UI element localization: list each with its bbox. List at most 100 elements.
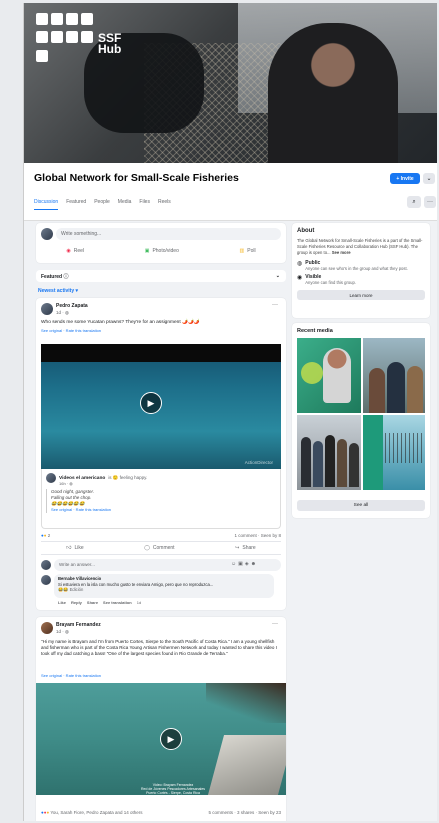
avatar[interactable] bbox=[46, 473, 56, 483]
comment-time: 1d bbox=[136, 600, 142, 605]
app-frame: SSF Hub Global Network for Small-Scale F… bbox=[23, 3, 437, 821]
recent-media-heading: Recent media bbox=[297, 328, 333, 334]
media-thumbnail[interactable] bbox=[297, 415, 361, 490]
translation-link[interactable]: See original · Rate this translation bbox=[41, 328, 101, 333]
visible-desc: Anyone can find this group. bbox=[305, 280, 356, 285]
logo-text: SSF Hub bbox=[98, 31, 122, 56]
comment-tools: ☺▣◈☻ bbox=[231, 561, 258, 567]
avatar[interactable] bbox=[41, 575, 51, 585]
video-player[interactable]: ▶ Video: Brayam Fernandez Red de Jóvenes… bbox=[36, 683, 286, 795]
about-card: About The Global Network for Small-Scale… bbox=[292, 223, 430, 318]
group-header: Global Network for Small-Scale Fisheries… bbox=[24, 163, 437, 221]
reel-icon: ◉ bbox=[66, 248, 71, 254]
shared-feeling: is 🙂 feeling happy. bbox=[108, 475, 148, 480]
play-icon[interactable]: ▶ bbox=[140, 392, 162, 414]
tab-people[interactable]: People bbox=[94, 199, 110, 210]
comment-emoji: 😂😂 bbox=[58, 587, 69, 592]
newest-activity-filter[interactable]: Newest activity ▾ bbox=[38, 288, 78, 294]
reaction-count[interactable]: ●● 2 bbox=[41, 533, 50, 538]
media-thumbnail[interactable] bbox=[297, 338, 361, 413]
shared-post: Videos el americano is 🙂 feeling happy. … bbox=[41, 469, 281, 529]
haha-icon: ● bbox=[46, 810, 50, 815]
chevron-down-icon: ⌄ bbox=[275, 273, 280, 279]
see-all-button[interactable]: See all bbox=[297, 500, 425, 511]
post-author[interactable]: Pedro Zapata bbox=[56, 303, 88, 309]
comment-actions: Like Reply Share See translation 1d bbox=[58, 600, 141, 605]
avatar bbox=[41, 560, 51, 570]
post-author[interactable]: Brayam Fernandez bbox=[56, 622, 101, 628]
comment-reply-link[interactable]: Reply bbox=[71, 600, 82, 605]
about-text: The Global Network for Small-Scale Fishe… bbox=[297, 238, 423, 255]
comment-share-count[interactable]: 5 comments · 3 shares · Seen by 23 bbox=[208, 810, 281, 815]
tab-media[interactable]: Media bbox=[118, 199, 132, 210]
poll-icon: ▥ bbox=[239, 248, 245, 254]
share-icon: ↪ bbox=[235, 545, 240, 551]
invite-button[interactable]: + Invite bbox=[390, 173, 420, 184]
play-icon[interactable]: ▶ bbox=[160, 728, 182, 750]
translation-link[interactable]: See original · Rate this translation bbox=[41, 673, 101, 678]
post-options-icon[interactable]: ··· bbox=[272, 621, 278, 627]
globe-icon: ◍ bbox=[297, 261, 303, 267]
haha-icon: ● bbox=[43, 533, 47, 538]
thumbs-up-icon: 👍︎ bbox=[66, 545, 72, 551]
feed-sort[interactable]: Featured ⓘ ⌄ bbox=[36, 270, 286, 282]
post-text: "Hi my name is Brayam and I'm from Puert… bbox=[41, 639, 277, 656]
composer-input[interactable]: Write something... bbox=[56, 228, 281, 240]
see-more-link[interactable]: See more bbox=[332, 250, 351, 255]
group-title: Global Network for Small-Scale Fisheries bbox=[34, 172, 239, 184]
media-thumbnail[interactable] bbox=[363, 415, 425, 490]
photo-icon: ▣ bbox=[144, 248, 150, 254]
post-text: Who sends me some Yucatan prawns? They'r… bbox=[41, 320, 200, 325]
tab-reels[interactable]: Reels bbox=[158, 199, 171, 210]
group-options-button[interactable]: ··· bbox=[424, 196, 436, 208]
comment-edit: Edición bbox=[69, 587, 84, 592]
eye-icon: ◉ bbox=[297, 275, 303, 281]
tab-featured[interactable]: Featured bbox=[66, 199, 86, 210]
shared-meta: 16h · ◍ bbox=[59, 481, 73, 486]
post-composer: Write something... ◉ Reel ▣ Photo/video ▥ P… bbox=[36, 223, 286, 263]
video-player[interactable]: ▶ ActionDirector bbox=[41, 344, 281, 469]
like-button[interactable]: 👍︎ Like bbox=[66, 545, 83, 551]
comment-share-link[interactable]: Share bbox=[87, 600, 98, 605]
group-tabs: Discussion Featured People Media Files R… bbox=[34, 199, 171, 210]
camera-icon[interactable]: ▣ bbox=[238, 561, 245, 567]
post-card: Pedro Zapata 1d · ◍ ··· Who sends me som… bbox=[36, 298, 286, 610]
cover-photo: SSF Hub bbox=[24, 3, 437, 163]
recent-media-card: Recent media See all bbox=[292, 323, 430, 518]
comment-icon: ◯ bbox=[144, 545, 150, 551]
tab-discussion[interactable]: Discussion bbox=[34, 199, 59, 210]
comment-translate-link[interactable]: See translation bbox=[103, 600, 132, 605]
media-thumbnail[interactable] bbox=[363, 338, 425, 413]
avatar[interactable] bbox=[41, 303, 53, 315]
header-more-button[interactable]: ⌄ bbox=[423, 173, 435, 184]
reaction-summary[interactable]: ●●● You, Sarah Fiore, Pedro Zapata and 1… bbox=[41, 810, 142, 815]
group-search-button[interactable]: ⌕ bbox=[407, 196, 421, 208]
post-options-icon[interactable]: ··· bbox=[272, 302, 278, 308]
share-button[interactable]: ↪ Share bbox=[235, 545, 256, 551]
more-dots-icon: ··· bbox=[427, 199, 433, 205]
avatar bbox=[41, 228, 53, 240]
ssf-hub-logo-icon bbox=[36, 13, 96, 65]
comment-seen-count[interactable]: 1 comment · Seen by 8 bbox=[234, 533, 281, 538]
composer-reel-button[interactable]: ◉ Reel bbox=[66, 248, 84, 254]
emoji-icon[interactable]: ☻ bbox=[251, 561, 258, 567]
avatar[interactable] bbox=[41, 622, 53, 634]
comment-text: Si estuviera en la isla con mucho gusto … bbox=[58, 581, 214, 587]
video-watermark: ActionDirector bbox=[244, 460, 273, 465]
post-meta: 1d · ◍ bbox=[56, 629, 69, 634]
composer-photo-button[interactable]: ▣ Photo/video bbox=[145, 248, 179, 254]
video-caption: Puerto Cortés - Sierpe, Costa Rica bbox=[146, 791, 200, 795]
about-heading: About bbox=[297, 228, 315, 234]
comment-bubble: Bernabe Villavicencio Si estuviera en la… bbox=[54, 574, 274, 598]
search-icon: ⌕ bbox=[412, 198, 416, 205]
comment-like-link[interactable]: Like bbox=[58, 600, 66, 605]
tab-files[interactable]: Files bbox=[139, 199, 150, 210]
learn-more-button[interactable]: Learn more bbox=[297, 290, 425, 300]
translation-link[interactable]: See original · Rate this translation bbox=[51, 507, 276, 513]
info-icon: ⓘ bbox=[63, 274, 69, 280]
public-desc: Anyone can see who's in the group and wh… bbox=[305, 266, 408, 271]
post-card: Brayam Fernandez 1d · ◍ ··· "Hi my name … bbox=[36, 617, 286, 821]
comment-button[interactable]: ◯ Comment bbox=[144, 545, 174, 551]
composer-poll-button[interactable]: ▥ Poll bbox=[240, 248, 256, 254]
shared-author[interactable]: Videos el americano bbox=[59, 476, 105, 481]
